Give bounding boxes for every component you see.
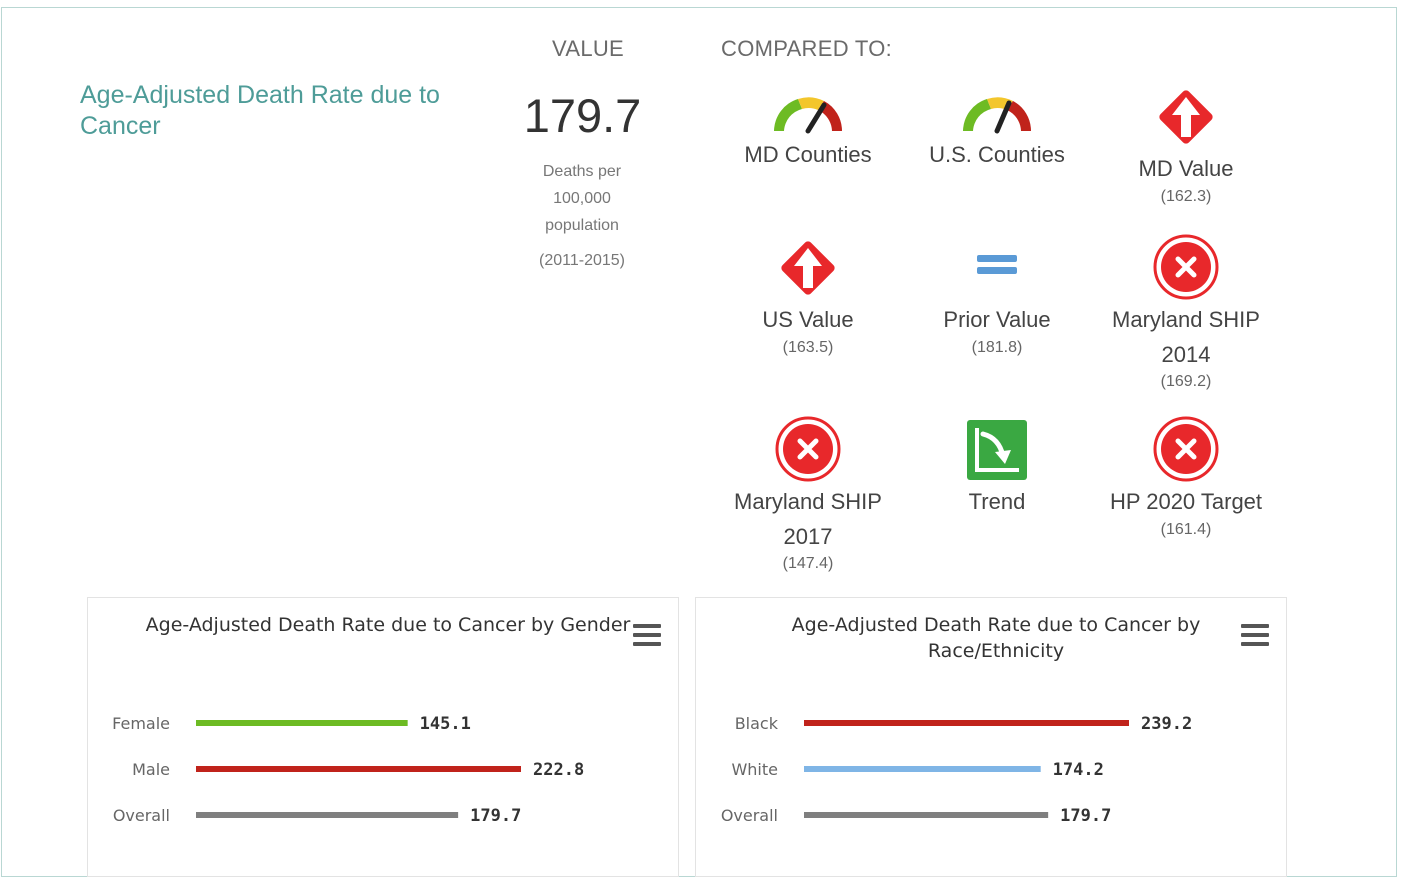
- value-header: VALUE: [552, 36, 625, 61]
- bar[interactable]: [804, 720, 1129, 726]
- bar[interactable]: [804, 812, 1049, 818]
- comparison-label: Maryland SHIP 2017: [734, 489, 882, 549]
- indicator-title[interactable]: Age-Adjusted Death Rate due to Cancer: [80, 80, 460, 142]
- gender-bar-chart: Female 145.1 Male 222.8 Overall 179.7: [112, 714, 584, 826]
- comparison-us-counties[interactable]: U.S. Counties: [907, 63, 1087, 173]
- data-label: 174.2: [1053, 760, 1104, 780]
- comparison-hp-2020-target[interactable]: HP 2020 Target (161.4): [1096, 410, 1276, 540]
- value-units: Deaths per 100,000 population: [522, 158, 642, 239]
- gauge-icon: [907, 63, 1087, 135]
- red-x-circle-icon: [1096, 228, 1276, 300]
- data-label: 222.8: [533, 760, 584, 780]
- comparison-maryland-ship-2017[interactable]: Maryland SHIP 2017 (147.4): [718, 410, 898, 574]
- red-diamond-up-arrow-icon: [1096, 83, 1276, 149]
- compared-header: COMPARED TO:: [721, 36, 893, 61]
- units-line: population: [545, 217, 619, 234]
- category-label: Overall: [113, 806, 170, 825]
- bar[interactable]: [196, 766, 521, 772]
- gauge-icon: [718, 63, 898, 135]
- red-x-circle-icon: [718, 410, 898, 482]
- comparison-value: (163.5): [782, 339, 834, 356]
- comparison-label: HP 2020 Target: [1109, 489, 1263, 514]
- comparison-label: Maryland SHIP 2014: [1112, 307, 1260, 367]
- data-label: 145.1: [420, 714, 471, 734]
- comparison-label: MD Counties: [744, 142, 872, 167]
- gender-chart-card: Age-Adjusted Death Rate due to Cancer by…: [87, 597, 679, 877]
- bar[interactable]: [804, 766, 1041, 772]
- indicator-value: 179.7: [523, 89, 642, 142]
- category-label: Female: [112, 714, 170, 733]
- red-diamond-up-arrow-icon: [718, 228, 898, 300]
- bar[interactable]: [196, 720, 408, 726]
- race-bar-chart: Black 239.2 White 174.2 Overall 179.7: [721, 714, 1192, 826]
- green-trend-down-icon: [907, 410, 1087, 482]
- comparison-value: (162.3): [1160, 188, 1212, 205]
- comparison-label: MD Value: [1138, 156, 1234, 181]
- units-line: 100,000: [553, 190, 611, 207]
- equals-icon: [907, 228, 1087, 300]
- comparison-value: (169.2): [1160, 373, 1212, 390]
- red-x-circle-icon: [1096, 410, 1276, 482]
- data-label: 239.2: [1141, 714, 1192, 734]
- comparison-maryland-ship-2014[interactable]: Maryland SHIP 2014 (169.2): [1096, 228, 1276, 392]
- category-label: Overall: [721, 806, 778, 825]
- comparison-value: (181.8): [971, 339, 1023, 356]
- data-label: 179.7: [470, 806, 521, 826]
- comparison-label: Prior Value: [943, 307, 1051, 332]
- comparison-label: U.S. Counties: [929, 142, 1065, 167]
- comparison-value: (161.4): [1160, 521, 1212, 538]
- comparison-label: US Value: [762, 307, 854, 332]
- comparison-value: (147.4): [782, 555, 834, 572]
- comparison-label: Trend: [968, 489, 1026, 514]
- category-label: Black: [735, 714, 779, 733]
- comparison-trend[interactable]: Trend: [907, 410, 1087, 520]
- value-period: (2011-2015): [539, 252, 625, 269]
- category-label: Male: [132, 760, 170, 779]
- bar[interactable]: [196, 812, 459, 818]
- race-chart-card: Age-Adjusted Death Rate due to Cancer by…: [695, 597, 1287, 877]
- comparison-md-counties[interactable]: MD Counties: [718, 63, 898, 173]
- data-label: 179.7: [1060, 806, 1111, 826]
- comparison-prior-value[interactable]: Prior Value (181.8): [907, 228, 1087, 358]
- units-line: Deaths per: [542, 163, 622, 180]
- comparison-md-value[interactable]: MD Value (162.3): [1096, 83, 1276, 207]
- comparison-us-value[interactable]: US Value (163.5): [718, 228, 898, 358]
- category-label: White: [731, 760, 778, 779]
